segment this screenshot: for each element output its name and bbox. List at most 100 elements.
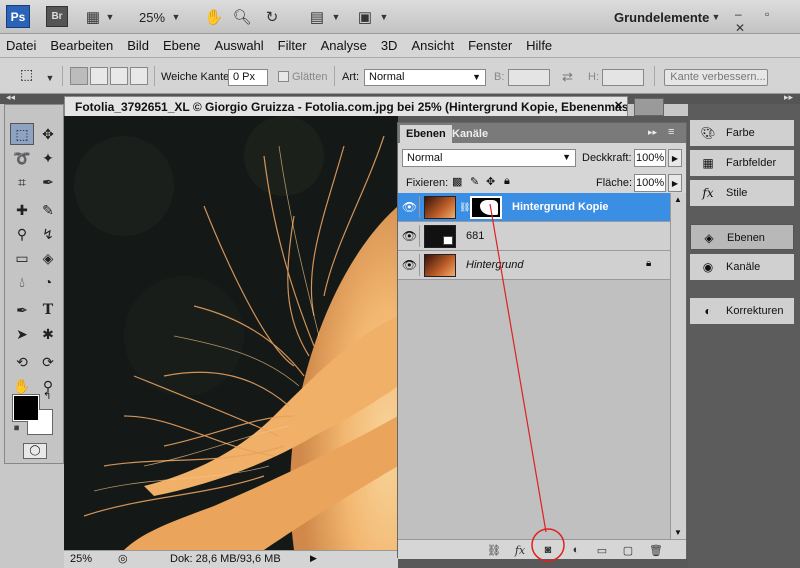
- lock-image-icon[interactable]: ✎: [470, 175, 479, 188]
- layer-row[interactable]: 👁︎ ⛓ Hintergrund Kopie: [398, 193, 670, 222]
- crop-tool[interactable]: ⌗: [10, 171, 34, 193]
- zoom-dropdown-icon[interactable]: ▼: [170, 7, 182, 27]
- menu-filter[interactable]: Filter: [278, 38, 307, 53]
- film-icon[interactable]: ▦: [82, 7, 104, 27]
- magic-wand-tool[interactable]: ✦: [36, 147, 60, 169]
- layers-scrollbar[interactable]: ▲ ▼: [670, 193, 686, 539]
- adjustment-layer-icon[interactable]: ◐: [568, 543, 584, 557]
- custom-shape-tool[interactable]: ✱: [36, 323, 60, 345]
- panel-menu-icon[interactable]: ≡: [668, 126, 674, 138]
- window-controls[interactable]: ‒ ▫ ✕: [735, 7, 800, 35]
- scroll-up-icon[interactable]: ▲: [674, 195, 682, 204]
- 3d-rotate-tool[interactable]: ⟲: [10, 351, 34, 373]
- layer-name[interactable]: 681: [466, 230, 484, 242]
- layer-row[interactable]: 👁︎ Hintergrund 🔒︎: [398, 251, 670, 280]
- tab-ebenen[interactable]: Ebenen: [400, 125, 452, 143]
- dodge-tool[interactable]: ◔: [36, 271, 60, 293]
- menu-analyse[interactable]: Analyse: [321, 38, 367, 53]
- menu-bearbeiten[interactable]: Bearbeiten: [50, 38, 113, 53]
- link-layers-icon[interactable]: ⛓: [486, 543, 502, 557]
- new-layer-icon[interactable]: ▢: [620, 543, 636, 557]
- blend-mode-select[interactable]: Normal ▼: [402, 149, 576, 167]
- refine-edge-button[interactable]: Kante verbessern...: [664, 69, 768, 86]
- blur-tool[interactable]: 💧︎: [10, 271, 34, 293]
- quick-mask-button[interactable]: ◯: [23, 443, 47, 459]
- layer-thumbnail[interactable]: [424, 225, 456, 248]
- opacity-slider-button[interactable]: ▶: [668, 149, 682, 167]
- close-tab-icon[interactable]: ✕: [614, 99, 623, 112]
- 3d-orbit-tool[interactable]: ⟳: [36, 351, 60, 373]
- healing-brush-tool[interactable]: ✚: [10, 199, 34, 221]
- swap-colors-icon[interactable]: ↰: [43, 391, 51, 402]
- move-tool[interactable]: ✥: [36, 123, 60, 145]
- workspace-switcher[interactable]: Grundelemente: [614, 10, 709, 25]
- menu-bild[interactable]: Bild: [127, 38, 149, 53]
- menu-hilfe[interactable]: Hilfe: [526, 38, 552, 53]
- visibility-eye-icon[interactable]: 👁︎: [400, 196, 420, 218]
- path-selection-tool[interactable]: ➤: [10, 323, 34, 345]
- new-selection-button[interactable]: [70, 67, 88, 85]
- expand-icon[interactable]: ▸▸: [784, 92, 793, 103]
- chevron-down-icon[interactable]: ▼: [104, 7, 116, 27]
- rectangle-marquee-tool[interactable]: ⬚: [10, 123, 34, 145]
- subtract-selection-button[interactable]: [110, 67, 128, 85]
- dock-item-farbfelder[interactable]: ▦ Farbfelder: [690, 150, 794, 176]
- type-tool[interactable]: T: [36, 299, 60, 321]
- dock-item-kanaele[interactable]: ◉ Kanäle: [690, 254, 794, 280]
- menu-fenster[interactable]: Fenster: [468, 38, 512, 53]
- document-canvas[interactable]: [64, 116, 398, 550]
- zoom-tool-icon[interactable]: 🔍︎: [232, 7, 252, 27]
- default-colors-icon[interactable]: ◾: [11, 423, 22, 434]
- screen-mode-dropdown-icon[interactable]: ▼: [378, 7, 390, 27]
- fill-input[interactable]: 100%: [634, 174, 666, 192]
- lock-position-icon[interactable]: ✥: [486, 175, 495, 188]
- lasso-tool[interactable]: ➰: [10, 147, 34, 169]
- layer-style-icon[interactable]: fx: [512, 543, 528, 557]
- feather-input[interactable]: 0 Px: [228, 69, 268, 86]
- dock-item-stile[interactable]: fx Stile: [690, 180, 794, 206]
- bridge-button[interactable]: Br: [46, 6, 68, 27]
- workspace-dropdown-icon[interactable]: ▼: [710, 7, 722, 27]
- eraser-tool[interactable]: ▭: [10, 247, 34, 269]
- antialias-checkbox[interactable]: [278, 71, 289, 82]
- brush-tool[interactable]: ✎: [36, 199, 60, 221]
- marquee-preset-icon[interactable]: ⬚: [20, 66, 44, 84]
- arrange-dropdown-icon[interactable]: ▼: [330, 7, 342, 27]
- hand-tool[interactable]: ✋: [10, 375, 34, 397]
- status-icon[interactable]: ◎: [118, 552, 128, 565]
- layer-name[interactable]: Hintergrund Kopie: [512, 201, 609, 213]
- swap-icon[interactable]: ⇄: [562, 69, 573, 85]
- paint-bucket-tool[interactable]: ◈: [36, 247, 60, 269]
- collapse-panel-icon[interactable]: ▸▸: [648, 127, 657, 138]
- link-icon[interactable]: ⛓: [459, 202, 470, 213]
- zoom-level[interactable]: 25%: [139, 10, 165, 25]
- menu-datei[interactable]: Datei: [6, 38, 36, 53]
- menu-ebene[interactable]: Ebene: [163, 38, 201, 53]
- add-layer-mask-icon[interactable]: ◙: [540, 543, 556, 557]
- opacity-input[interactable]: 100%: [634, 149, 666, 167]
- add-selection-button[interactable]: [90, 67, 108, 85]
- preset-dropdown-icon[interactable]: ▼: [44, 68, 56, 88]
- intersect-selection-button[interactable]: [130, 67, 148, 85]
- pen-tool[interactable]: ✒: [10, 299, 34, 321]
- document-tab[interactable]: Fotolia_3792651_XL © Giorgio Gruizza - F…: [64, 96, 628, 116]
- layer-thumbnail[interactable]: [424, 254, 456, 277]
- hand-tool-icon[interactable]: ✋: [204, 7, 224, 27]
- delete-layer-icon[interactable]: 🗑︎: [648, 543, 664, 557]
- second-document-tab[interactable]: [634, 98, 664, 116]
- width-input[interactable]: [508, 69, 550, 86]
- collapse-icon[interactable]: ◂◂: [6, 92, 15, 103]
- scroll-down-icon[interactable]: ▼: [674, 528, 682, 537]
- eyedropper-tool[interactable]: ✒: [36, 171, 60, 193]
- arrange-documents-icon[interactable]: ▤: [306, 7, 328, 27]
- layer-name[interactable]: Hintergrund: [466, 259, 523, 271]
- lock-transparency-icon[interactable]: ▩: [452, 175, 462, 188]
- style-select[interactable]: Normal ▼: [364, 69, 486, 86]
- dock-item-korrekturen[interactable]: ◐ Korrekturen: [690, 298, 794, 324]
- foreground-color-swatch-top[interactable]: [13, 395, 39, 421]
- fill-slider-button[interactable]: ▶: [668, 174, 682, 192]
- rotate-view-icon[interactable]: ↻: [262, 7, 282, 27]
- layer-mask-thumbnail[interactable]: [470, 196, 502, 219]
- status-menu-icon[interactable]: ▶: [310, 553, 317, 564]
- dock-item-farbe[interactable]: 🎨︎ Farbe: [690, 120, 794, 146]
